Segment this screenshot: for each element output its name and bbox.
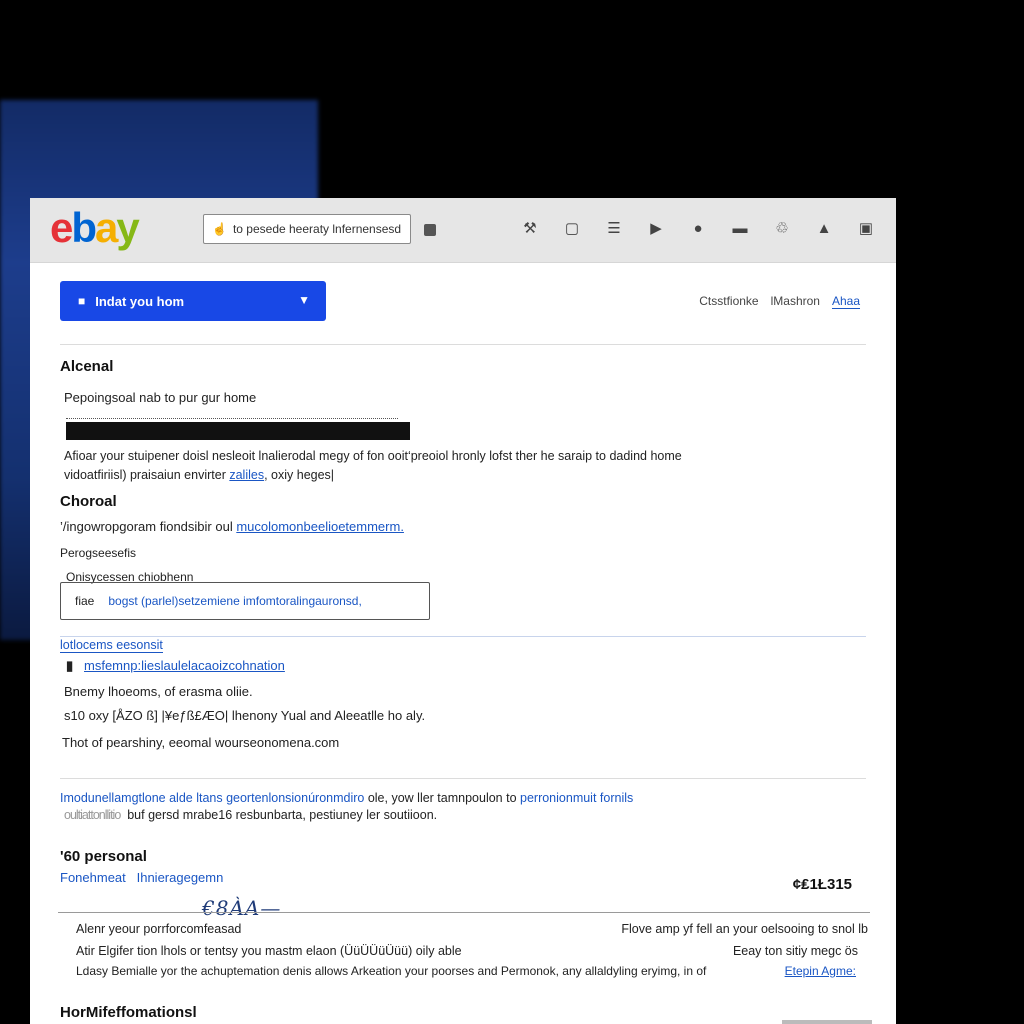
primary-button-label: Indat you hom: [95, 293, 185, 309]
section-heading: HorMifeffomationsl: [60, 1004, 197, 1021]
pointer-icon: ☝: [212, 222, 227, 236]
divider: [60, 344, 866, 345]
search-box[interactable]: ☝ to pesede heeraty lnfernensesd: [203, 214, 411, 244]
folder-icon[interactable]: ▶: [646, 218, 666, 238]
price-value: ¢₤1Ł315: [792, 876, 852, 893]
paragraph-line: Afioar your stuipener doisl nesleoit lna…: [64, 449, 682, 463]
inline-link[interactable]: perronionmuit fornils: [520, 791, 633, 805]
divider: [60, 636, 866, 637]
bell-icon[interactable]: ▲: [814, 218, 834, 238]
link-2[interactable]: lMashron: [771, 294, 820, 309]
globe-icon[interactable]: ●: [688, 218, 708, 238]
sub-links: Fonehmeat Ihnieragegemn: [60, 870, 223, 885]
section-heading: Alcenal: [60, 358, 114, 375]
field-value: bogst (parlel)setzemiene imfomtoralingau…: [108, 594, 362, 608]
search-icon[interactable]: [424, 224, 436, 236]
browser-window: ebay ☝ to pesede heeraty lnfernensesd ⚒ …: [30, 198, 896, 1024]
scrollbar[interactable]: [782, 1020, 872, 1024]
ebay-logo[interactable]: ebay: [50, 204, 140, 252]
mail-icon[interactable]: ▬: [730, 218, 750, 238]
checkbox-icon: ▮: [66, 658, 74, 673]
header-bar: ebay ☝ to pesede heeraty lnfernensesd ⚒ …: [30, 198, 896, 263]
divider: [60, 778, 866, 779]
share-icon[interactable]: ♲: [772, 218, 792, 238]
link-3[interactable]: Ahaa: [831, 294, 860, 309]
cart-icon[interactable]: ▣: [856, 218, 876, 238]
redacted-bar: [66, 422, 410, 440]
inline-link[interactable]: mucolomonbeelioetemmerm.: [236, 519, 404, 534]
tools-icon[interactable]: ⚒: [520, 218, 540, 238]
inline-link[interactable]: Imodunellamgtlone alde ltans geortenlons…: [60, 791, 364, 805]
field-prefix: fiae: [75, 594, 95, 608]
search-input[interactable]: to pesede heeraty lnfernensesd: [233, 222, 401, 236]
menu-icon[interactable]: ☰: [604, 218, 624, 238]
row-right: Flove amp yf fell an your oelsooing to s…: [621, 922, 868, 936]
top-links: Ctsstfionke lMashron Ahaa: [699, 294, 860, 309]
screen-icon[interactable]: ▢: [562, 218, 582, 238]
dotted-line: [66, 412, 398, 419]
section-heading: '60 personal: [60, 848, 147, 865]
header-icons: ⚒ ▢ ☰ ▶ ● ▬ ♲ ▲ ▣: [520, 218, 876, 238]
info-line: Thot of pearshiny, eeomal wourseonomena.…: [62, 735, 340, 750]
section-heading: Choroal: [60, 493, 117, 510]
paragraph-line: vidoatfiriisl) praisaiun envirter zalile…: [64, 468, 335, 482]
text-field[interactable]: fiae bogst (parlel)setzemiene imfomtoral…: [60, 582, 430, 620]
notice-line: oultiattonllitio buf gersd mrabe16 resbu…: [64, 808, 438, 822]
row-right: Eeay ton sitiy megc ös: [732, 944, 858, 958]
home-icon: ■: [78, 294, 86, 308]
section-line: ’/ingowropgoram fiondsibir oul mucolomon…: [60, 519, 404, 534]
signature-mark: €8ÀA—: [202, 896, 282, 920]
row-left: Alenr yeour porrforcomfeasad: [76, 922, 242, 936]
link-1[interactable]: Ctsstfionke: [699, 294, 758, 309]
inline-link[interactable]: Ihnieragegemn: [137, 870, 224, 885]
chevron-down-icon: ▼: [298, 293, 310, 307]
info-line: Bnemy lhoeoms, of erasma oliie.: [64, 684, 253, 699]
inline-link[interactable]: zaliles: [229, 468, 264, 482]
section-line: Pepoingsoal nab to pur gur home: [64, 390, 257, 405]
row-left: Ldasy Bemialle yor the achuptemation den…: [76, 964, 707, 978]
section-line: Perogseesefis: [60, 546, 137, 560]
row-left: Atir Elgifer tion lhols or tentsy you ma…: [76, 944, 462, 958]
info-line: s10 oxy [ÅZO ß] |¥eƒß£ÆO| lhenony Yual a…: [64, 708, 426, 723]
primary-dropdown-button[interactable]: ■ Indat you hom ▼: [60, 281, 326, 321]
notice-line: Imodunellamgtlone alde ltans geortenlons…: [60, 791, 634, 805]
list-item[interactable]: ▮ msfemnp:lieslaulelacaoizcohnation: [66, 658, 285, 674]
row-link[interactable]: Etepin Agme:: [785, 964, 856, 978]
inline-link[interactable]: Fonehmeat: [60, 870, 126, 885]
section-link[interactable]: lotlocems eesonsit: [60, 638, 163, 653]
divider: [58, 912, 870, 913]
